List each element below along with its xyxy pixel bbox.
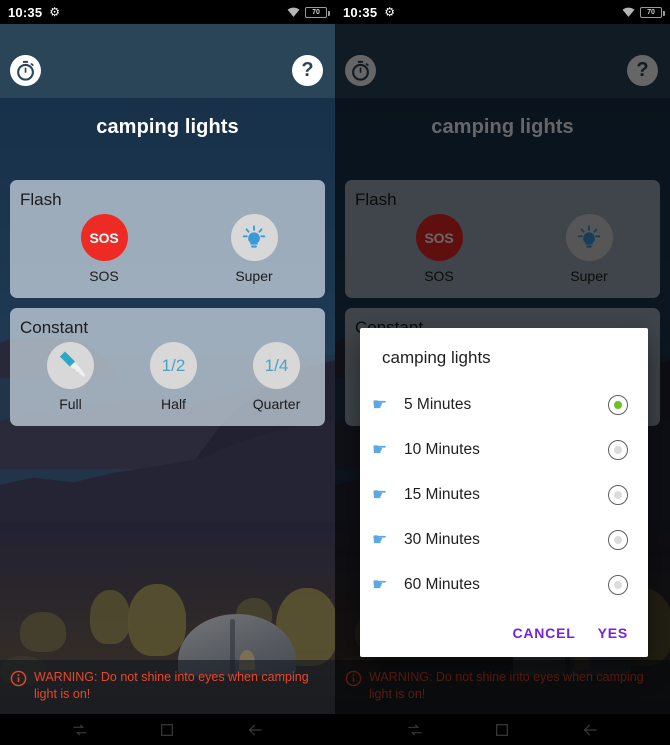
status-bar-indicators: 70 — [287, 6, 330, 18]
radio-button[interactable] — [608, 394, 628, 415]
dialog-option-label: 10 Minutes — [404, 440, 480, 458]
mode-sos[interactable]: SOS SOS — [65, 214, 143, 284]
info-circle-icon — [10, 670, 27, 687]
radio-button[interactable] — [608, 439, 628, 460]
pointing-hand-icon: ☛ — [372, 395, 388, 414]
wifi-icon — [287, 7, 300, 17]
home-icon[interactable] — [159, 722, 175, 738]
android-navigation-bar-left — [0, 714, 335, 745]
help-label: ? — [301, 58, 314, 81]
flash-card-title: Flash — [20, 190, 62, 209]
dialog-option-60-minutes[interactable]: ☛ 60 Minutes — [360, 562, 648, 607]
flash-options: SOS SOS Super — [20, 214, 315, 284]
page-title: camping lights — [96, 116, 239, 138]
mode-full[interactable]: Full — [32, 342, 109, 412]
yes-button[interactable]: YES — [598, 625, 628, 641]
mode-half-label: Half — [161, 396, 186, 412]
android-navigation-bar-right — [335, 714, 670, 745]
battery-level: 70 — [312, 8, 320, 16]
mode-sos-label: SOS — [89, 268, 119, 284]
mode-half[interactable]: 1/2 Half — [135, 342, 212, 412]
phone-screen-left: 10:35 ⚙ 70 ? camping lights Flash SOS SO… — [0, 0, 335, 745]
status-bar-time: 10:35 — [8, 4, 43, 20]
fraction-icon-half: 1/2 — [150, 342, 197, 389]
back-icon[interactable] — [582, 722, 598, 738]
battery-icon: 70 — [305, 6, 330, 18]
pointing-hand-icon: ☛ — [372, 575, 388, 594]
recents-icon[interactable] — [407, 722, 423, 738]
recents-icon[interactable] — [72, 722, 88, 738]
dialog-option-label: 15 Minutes — [404, 485, 480, 503]
timer-button[interactable] — [10, 55, 41, 86]
gear-icon: ⚙ — [49, 5, 61, 19]
battery-level-right: 70 — [647, 8, 655, 16]
constant-card: Constant Full 1/2 Half 1/4 Quarter — [10, 308, 325, 426]
stopwatch-icon — [17, 60, 34, 81]
status-bar: 10:35 ⚙ 70 — [0, 0, 335, 24]
app-body: ? camping lights Flash SOS SOS Super Con… — [0, 24, 335, 714]
dialog-option-5-minutes[interactable]: ☛ 5 Minutes — [360, 382, 648, 427]
help-button[interactable]: ? — [292, 55, 323, 86]
wifi-icon-right — [622, 7, 635, 17]
battery-icon-right: 70 — [640, 6, 665, 18]
sos-icon-text: SOS — [89, 229, 119, 246]
app-top-bar: ? — [0, 24, 335, 98]
phone-screen-right: 10:35 ⚙ 70 camping lights ☛ 5 Minutes ☛ … — [335, 0, 670, 745]
fraction-half-text: 1/2 — [161, 355, 186, 375]
constant-options: Full 1/2 Half 1/4 Quarter — [20, 342, 315, 412]
flashlight-icon — [47, 342, 94, 389]
dialog-option-label: 60 Minutes — [404, 575, 480, 593]
dialog-actions: CANCEL YES — [360, 607, 648, 649]
fraction-quarter-text: 1/4 — [264, 355, 289, 375]
flash-card: Flash SOS SOS Super — [10, 180, 325, 298]
mode-quarter-label: Quarter — [252, 396, 301, 412]
radio-button[interactable] — [608, 529, 628, 550]
cancel-button[interactable]: CANCEL — [512, 625, 575, 641]
status-bar-right: 10:35 ⚙ 70 — [335, 0, 670, 24]
home-icon[interactable] — [494, 722, 510, 738]
dialog-title: camping lights — [382, 348, 491, 367]
timer-dialog: camping lights ☛ 5 Minutes ☛ 10 Minutes … — [360, 328, 648, 657]
mode-super[interactable]: Super — [215, 214, 293, 284]
warning-text: WARNING: Do not shine into eyes when cam… — [34, 670, 309, 702]
pointing-hand-icon: ☛ — [372, 530, 388, 549]
status-bar-indicators-right: 70 — [622, 6, 665, 18]
dialog-option-30-minutes[interactable]: ☛ 30 Minutes — [360, 517, 648, 562]
constant-card-title: Constant — [20, 318, 89, 337]
pointing-hand-icon: ☛ — [372, 485, 388, 504]
radio-button[interactable] — [608, 484, 628, 505]
dialog-option-15-minutes[interactable]: ☛ 15 Minutes — [360, 472, 648, 517]
dialog-option-label: 30 Minutes — [404, 530, 480, 548]
mode-full-label: Full — [59, 396, 82, 412]
dialog-option-10-minutes[interactable]: ☛ 10 Minutes — [360, 427, 648, 472]
radio-button[interactable] — [608, 574, 628, 595]
dialog-option-label: 5 Minutes — [404, 395, 472, 413]
status-bar-time-right: 10:35 — [343, 4, 378, 20]
mode-super-label: Super — [235, 268, 273, 284]
pointing-hand-icon: ☛ — [372, 440, 388, 459]
mode-quarter[interactable]: 1/4 Quarter — [238, 342, 315, 412]
back-icon[interactable] — [247, 722, 263, 738]
screenshot-stage: 10:35 ⚙ 70 ? camping lights Flash SOS SO… — [0, 0, 670, 745]
gear-icon-right: ⚙ — [384, 5, 396, 19]
warning-banner: WARNING: Do not shine into eyes when cam… — [0, 660, 335, 714]
lightbulb-icon — [230, 214, 278, 261]
sos-icon: SOS — [80, 214, 128, 261]
fraction-icon-quarter: 1/4 — [253, 342, 300, 389]
